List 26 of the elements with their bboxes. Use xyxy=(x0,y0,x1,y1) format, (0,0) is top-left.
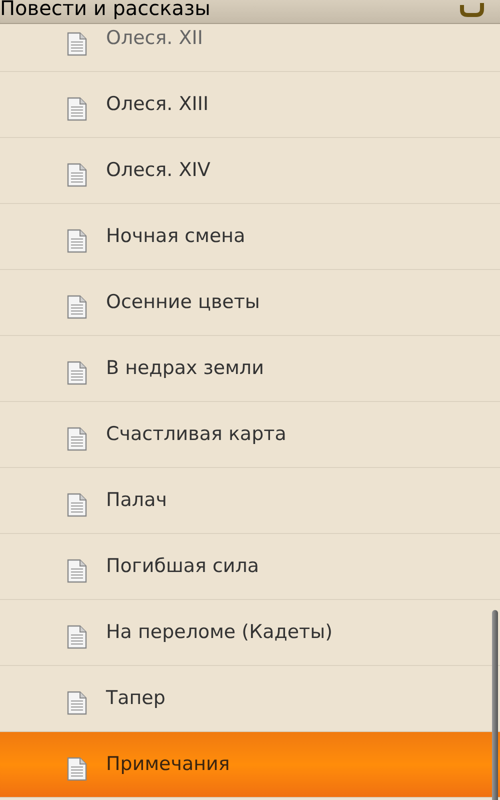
chapter-title: Олеся. XII xyxy=(106,26,203,52)
screen-title: Повести и рассказы xyxy=(0,0,210,19)
document-icon xyxy=(66,32,88,56)
document-icon xyxy=(66,228,88,252)
chapter-title: Палач xyxy=(106,488,167,514)
chapter-title: Примечания xyxy=(106,752,230,778)
document-icon xyxy=(66,360,88,384)
document-icon xyxy=(66,162,88,186)
document-icon xyxy=(66,756,88,780)
chapter-item[interactable]: Примечания xyxy=(0,732,500,798)
document-icon xyxy=(66,96,88,120)
chapter-title: Погибшая сила xyxy=(106,554,260,580)
document-icon xyxy=(66,624,88,648)
chapter-title: Тапер xyxy=(106,686,166,712)
document-icon xyxy=(66,492,88,516)
document-icon xyxy=(66,558,88,582)
chapter-title: На переломе (Кадеты) xyxy=(106,620,333,646)
chapter-title: Олеся. XIV xyxy=(106,158,210,184)
document-icon xyxy=(66,426,88,450)
document-icon xyxy=(66,690,88,714)
chapter-title: Осенние цветы xyxy=(106,290,260,316)
chapter-title: Счастливая карта xyxy=(106,422,286,448)
chapter-title: Олеся. XIII xyxy=(106,92,209,118)
document-icon xyxy=(66,294,88,318)
chapter-title: Ночная смена xyxy=(106,224,246,250)
chapter-title: В недрах земли xyxy=(106,356,264,382)
